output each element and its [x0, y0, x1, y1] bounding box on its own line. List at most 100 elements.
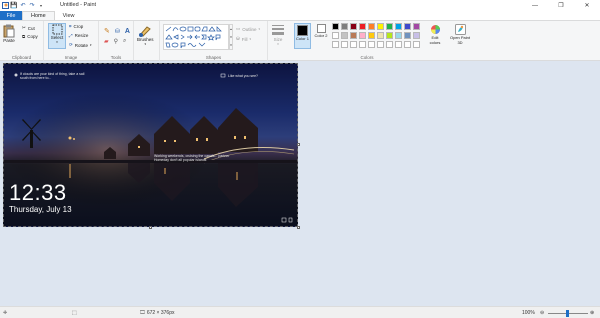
text-icon[interactable]: A	[125, 28, 130, 35]
custom-color-slot[interactable]	[377, 41, 384, 48]
ribbon-tabs: File Home View	[0, 11, 600, 20]
shapes-gallery[interactable]	[163, 24, 229, 50]
custom-color-slot[interactable]	[386, 41, 393, 48]
title-bar: 💾 ↶ ↷ ▾ Untitled - Paint — ❐ ✕	[0, 0, 600, 11]
palette-swatch[interactable]	[395, 23, 402, 30]
undo-icon[interactable]: ↶	[19, 2, 27, 10]
palette-swatch[interactable]	[368, 32, 375, 39]
palette-swatch[interactable]	[413, 32, 420, 39]
zoom-level: 100%	[522, 310, 535, 316]
restore-button[interactable]: ❐	[548, 0, 574, 11]
tab-home[interactable]: Home	[22, 11, 55, 20]
select-icon	[52, 24, 62, 35]
eraser-icon[interactable]: ▰	[104, 38, 109, 45]
copy-label: Copy	[27, 34, 38, 39]
camera-icon	[14, 73, 18, 77]
magnifier-icon[interactable]: ⌕	[123, 38, 126, 45]
color-picker-icon[interactable]: ⚲	[114, 38, 118, 45]
resize-handle-right[interactable]	[297, 143, 300, 146]
copy-button[interactable]: ⧉ Copy	[22, 34, 38, 39]
zoom-slider-thumb[interactable]	[566, 310, 569, 317]
size-button[interactable]: Size ▾	[271, 24, 285, 46]
palette-swatch[interactable]	[413, 23, 420, 30]
close-button[interactable]: ✕	[574, 0, 600, 11]
fill-bucket-icon[interactable]: ⛁	[115, 28, 120, 35]
palette-swatch[interactable]	[350, 32, 357, 39]
clipboard-group-label: Clipboard	[11, 55, 32, 60]
selection-size-icon: ⬚	[72, 310, 77, 316]
redo-icon[interactable]: ↷	[28, 2, 36, 10]
window-title: Untitled - Paint	[60, 2, 97, 8]
palette-swatch[interactable]	[395, 32, 402, 39]
chevron-down-icon: ▾	[90, 43, 92, 47]
color2-button[interactable]: Color 2	[313, 24, 329, 38]
palette-swatch[interactable]	[368, 23, 375, 30]
color1-button[interactable]: Color 1	[294, 23, 311, 49]
color2-swatch	[316, 24, 326, 33]
palette-swatch[interactable]	[386, 23, 393, 30]
palette-swatch[interactable]	[359, 32, 366, 39]
image-canvas[interactable]: If clouds are your kind of thing, take a…	[3, 63, 298, 227]
palette-swatch[interactable]	[332, 32, 339, 39]
tab-file[interactable]: File	[0, 11, 22, 20]
crop-button[interactable]: ⌗ Crop	[69, 24, 83, 29]
paint-app-icon	[1, 2, 9, 10]
color1-swatch	[297, 25, 308, 36]
palette-swatch[interactable]	[350, 23, 357, 30]
paint3d-icon	[454, 24, 466, 35]
pencil-icon[interactable]: ✎	[104, 27, 110, 35]
minimize-button[interactable]: —	[522, 0, 548, 11]
resize-handle-corner[interactable]	[297, 226, 300, 229]
zoom-in-button[interactable]: ⊕	[590, 310, 594, 316]
shapes-scroll[interactable]: ▴ ▾ ▾	[229, 24, 233, 50]
select-button[interactable]: Select ▾	[48, 23, 66, 49]
chevron-down-icon: ▾	[258, 27, 261, 31]
rotate-button[interactable]: ⟳ Rotate ▾	[69, 42, 92, 48]
brushes-group: Brushes ▾	[134, 21, 160, 61]
palette-swatch[interactable]	[404, 32, 411, 39]
custom-color-slot[interactable]	[395, 41, 402, 48]
custom-color-slot[interactable]	[359, 41, 366, 48]
paste-icon	[3, 24, 15, 38]
brushes-button[interactable]: Brushes ▾	[137, 24, 154, 46]
canvas-area[interactable]: If clouds are your kind of thing, take a…	[0, 61, 600, 306]
palette-swatch[interactable]	[332, 23, 339, 30]
spotlight-hint-mid: Working weekends, cruising the canals...…	[154, 154, 230, 162]
zoom-out-button[interactable]: ⊖	[540, 310, 544, 316]
palette-swatch[interactable]	[359, 23, 366, 30]
fill-button[interactable]: ⛁ Fill ▾	[236, 36, 251, 42]
shape-icons	[165, 26, 222, 49]
customize-quick-access-icon[interactable]: ▾	[37, 2, 45, 10]
cut-label: Cut	[27, 25, 35, 31]
palette-swatch[interactable]	[377, 23, 384, 30]
resize-button[interactable]: ⤢ Resize	[69, 33, 88, 38]
tab-view[interactable]: View	[55, 11, 83, 20]
custom-color-slot[interactable]	[404, 41, 411, 48]
custom-color-slot[interactable]	[350, 41, 357, 48]
color1-label: Color 1	[296, 36, 309, 41]
color-wheel-icon	[430, 25, 440, 34]
spotlight-hint-right: Like what you see?	[228, 74, 258, 78]
edit-colors-button[interactable]: Edit colors	[427, 24, 443, 45]
custom-color-slot[interactable]	[332, 41, 339, 48]
color2-label: Color 2	[314, 33, 328, 38]
outline-button[interactable]: ▭ Outline ▾	[236, 26, 260, 32]
palette-swatch[interactable]	[404, 23, 411, 30]
custom-color-slot[interactable]	[341, 41, 348, 48]
custom-color-slot[interactable]	[368, 41, 375, 48]
resize-label: Resize	[74, 33, 89, 38]
palette-swatch[interactable]	[377, 32, 384, 39]
palette-swatch[interactable]	[341, 32, 348, 39]
ribbon: Paste ✂ Cut ⧉ Copy Clipboard Select ▾ ⌗ Cro…	[0, 20, 600, 61]
custom-color-slot[interactable]	[413, 41, 420, 48]
open-paint3d-button[interactable]: Open Paint 3D	[449, 24, 471, 45]
resize-handle-bottom[interactable]	[149, 226, 152, 229]
lockscreen-time: 12:33	[9, 180, 67, 205]
palette-swatch[interactable]	[386, 32, 393, 39]
cut-button[interactable]: ✂ Cut	[22, 25, 35, 31]
rotate-icon: ⟳	[69, 42, 73, 47]
paste-button[interactable]: Paste	[3, 24, 15, 43]
edit-colors-label: Edit colors	[429, 35, 441, 45]
save-icon[interactable]: 💾	[10, 2, 18, 10]
palette-swatch[interactable]	[341, 23, 348, 30]
